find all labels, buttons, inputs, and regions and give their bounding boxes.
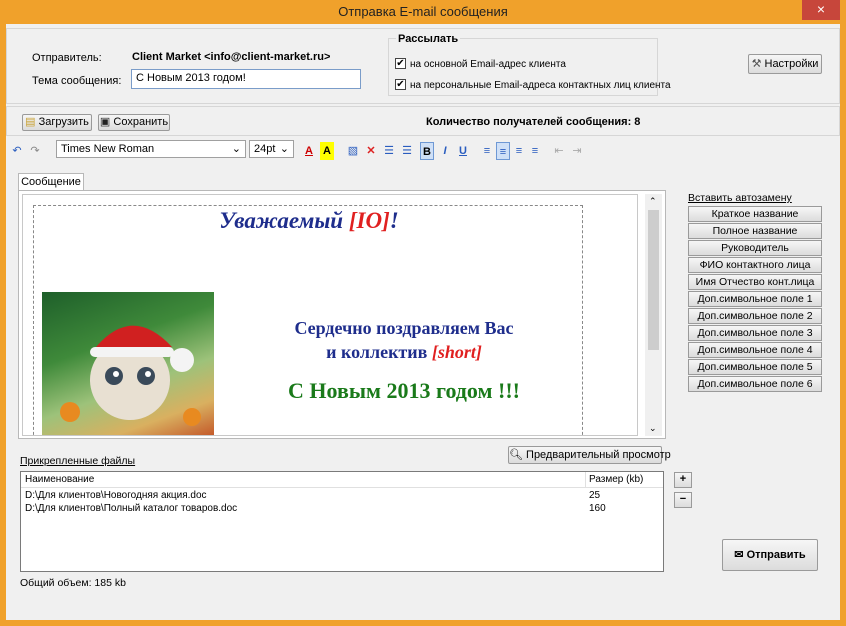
scroll-up-icon[interactable]: ⌃: [649, 196, 657, 207]
bold-icon[interactable]: B: [420, 142, 434, 160]
outdent-icon[interactable]: ⇤: [552, 142, 566, 160]
align-justify-icon[interactable]: ≡: [528, 142, 542, 160]
sender-value: Client Market <info@client-market.ru>: [132, 51, 331, 63]
message-tab-page: Уважаемый [IO]! Сердечно поздравляем Вас…: [18, 190, 666, 439]
align-center-icon[interactable]: ≡: [496, 142, 510, 160]
autoreplace-field-3[interactable]: Доп.символьное поле 3: [688, 325, 822, 341]
underline-icon[interactable]: U: [456, 142, 470, 160]
message-editor[interactable]: Уважаемый [IO]! Сердечно поздравляем Вас…: [22, 194, 638, 436]
short-tag: [short]: [431, 342, 482, 362]
send-to-title: Рассылать: [396, 33, 461, 45]
add-file-button[interactable]: +: [674, 472, 692, 488]
align-left-icon[interactable]: ≡: [480, 142, 494, 160]
close-button[interactable]: ×: [802, 0, 840, 20]
table-row[interactable]: D:\Для клиентов\Полный каталог товаров.d…: [21, 503, 663, 516]
preview-icon: 🔍︎: [509, 449, 523, 461]
column-name[interactable]: Наименование: [25, 474, 94, 485]
send-main-checkbox[interactable]: ✔: [395, 58, 406, 69]
autoreplace-contact-fio[interactable]: ФИО контактного лица: [688, 257, 822, 273]
letter-document: Уважаемый [IO]! Сердечно поздравляем Вас…: [33, 205, 583, 435]
editor-scrollbar[interactable]: ⌃ ⌄: [645, 194, 662, 436]
chevron-down-icon: ⌄: [231, 143, 241, 155]
settings-button[interactable]: ⚒ Настройки: [748, 54, 822, 74]
autoreplace-field-4[interactable]: Доп.символьное поле 4: [688, 342, 822, 358]
font-color-icon[interactable]: A: [302, 142, 316, 160]
floppy-icon: ▣: [99, 116, 111, 128]
autoreplace-title: Вставить автозамену: [688, 192, 792, 204]
scrollbar-thumb[interactable]: [648, 210, 659, 350]
indent-icon[interactable]: ⇥: [570, 142, 584, 160]
send-personal-label: на персональные Email-адреса контактных …: [410, 80, 671, 91]
redo-icon[interactable]: ↷: [28, 142, 42, 160]
folder-icon: ▤: [25, 116, 36, 128]
table-row[interactable]: D:\Для клиентов\Новогодняя акция.doc 25: [21, 490, 663, 503]
send-button[interactable]: ✉ Отправить: [722, 539, 818, 571]
attachments-title: Прикрепленные файлы: [20, 455, 136, 467]
total-size: Общий объем: 185 kb: [20, 577, 126, 589]
autoreplace-short-name[interactable]: Краткое название: [688, 206, 822, 222]
highlight-icon[interactable]: A: [320, 142, 334, 160]
delete-icon[interactable]: ✕: [364, 142, 378, 160]
send-main-label: на основной Email-адрес клиента: [410, 59, 566, 70]
plus-icon: +: [679, 473, 687, 485]
window: Отправка E-mail сообщения × Отправитель:…: [0, 0, 846, 626]
subject-label: Тема сообщения:: [32, 75, 122, 87]
format-toolbar: ↶ ↷ Times New Roman ⌄ 24pt ⌄ A A ▧ ✕ ☰ ☰…: [6, 140, 840, 162]
kitten-picture: [60, 325, 201, 426]
letter-line-3: С Новым 2013 годом !!!: [288, 378, 520, 403]
numbered-list-icon[interactable]: ☰: [382, 142, 396, 160]
tab-message[interactable]: Сообщение: [18, 173, 84, 191]
letter-line-2: и коллектив [short]: [326, 342, 482, 362]
attachments-table: Наименование Размер (kb) D:\Для клиентов…: [20, 471, 664, 572]
autoreplace-field-2[interactable]: Доп.символьное поле 2: [688, 308, 822, 324]
send-personal-checkbox[interactable]: ✔: [395, 79, 406, 90]
undo-icon[interactable]: ↶: [10, 142, 24, 160]
bullet-list-icon[interactable]: ☰: [400, 142, 414, 160]
kitten-image: [42, 292, 214, 435]
sender-label: Отправитель:: [32, 52, 102, 64]
align-right-icon[interactable]: ≡: [512, 142, 526, 160]
load-button[interactable]: ▤ Загрузить: [22, 114, 92, 131]
greeting-tag: [IO]: [348, 208, 390, 233]
autoreplace-director[interactable]: Руководитель: [688, 240, 822, 256]
autoreplace-contact-name[interactable]: Имя Отчество конт.лица: [688, 274, 822, 290]
image-icon[interactable]: ▧: [346, 142, 360, 160]
subject-input[interactable]: С Новым 2013 годом!: [131, 69, 361, 89]
settings-icon: ⚒: [751, 58, 762, 70]
autoreplace-field-6[interactable]: Доп.символьное поле 6: [688, 376, 822, 392]
window-title: Отправка E-mail сообщения: [338, 4, 508, 19]
save-button[interactable]: ▣ Сохранить: [98, 114, 170, 131]
greeting: Уважаемый [IO]!: [219, 208, 399, 233]
autoreplace-full-name[interactable]: Полное название: [688, 223, 822, 239]
font-select[interactable]: Times New Roman ⌄: [56, 140, 246, 158]
client-area: Отправитель: Client Market <info@client-…: [6, 24, 840, 620]
table-header: Наименование Размер (kb): [21, 472, 663, 488]
scroll-down-icon[interactable]: ⌄: [649, 423, 657, 434]
remove-file-button[interactable]: −: [674, 492, 692, 508]
send-icon: ✉: [734, 549, 744, 561]
column-size[interactable]: Размер (kb): [589, 474, 643, 485]
recipients-count: Количество получателей сообщения: 8: [426, 116, 641, 128]
autoreplace-field-5[interactable]: Доп.символьное поле 5: [688, 359, 822, 375]
minus-icon: −: [679, 493, 687, 505]
autoreplace-field-1[interactable]: Доп.символьное поле 1: [688, 291, 822, 307]
italic-icon[interactable]: I: [438, 142, 452, 160]
preview-button[interactable]: 🔍︎ Предварительный просмотр: [508, 446, 671, 464]
chevron-down-icon: ⌄: [279, 143, 289, 155]
size-select[interactable]: 24pt ⌄: [249, 140, 294, 158]
letter-line-1: Сердечно поздравляем Вас: [294, 318, 514, 338]
